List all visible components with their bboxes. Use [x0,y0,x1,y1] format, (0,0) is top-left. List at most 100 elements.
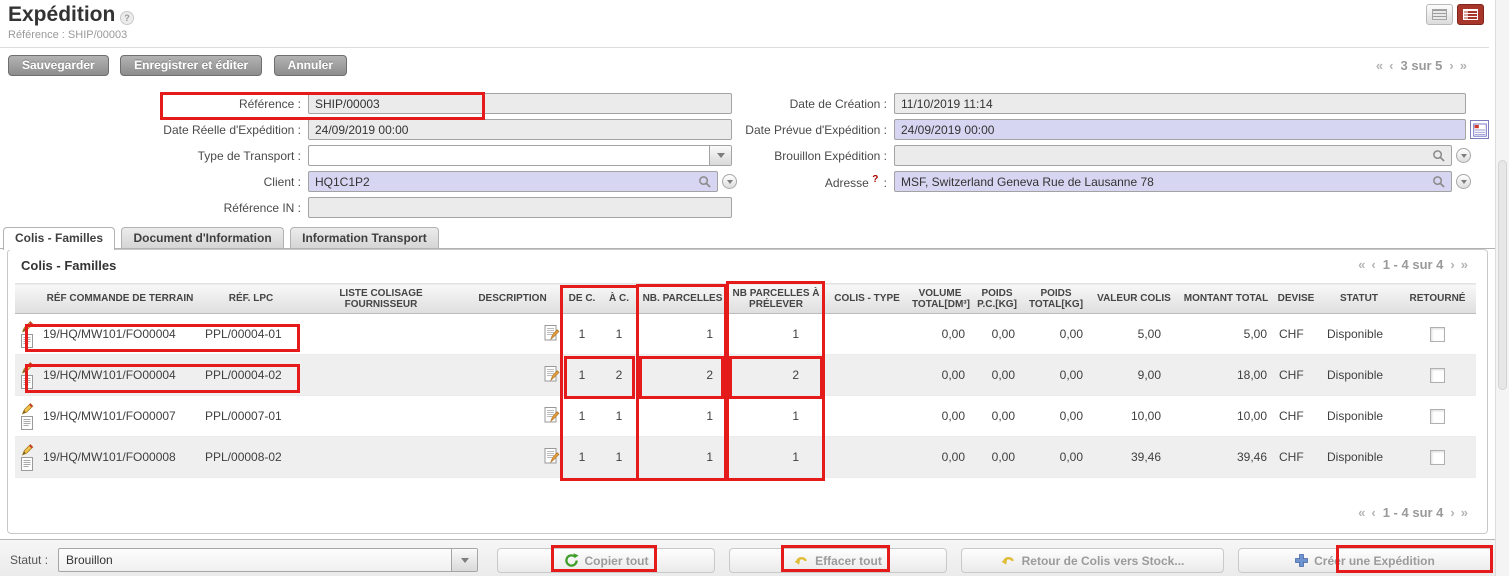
list-view-icon[interactable] [1426,4,1453,25]
date-prevue-label: Date Prévue d'Expédition : [742,123,894,137]
document-icon[interactable] [21,457,33,471]
first-page-icon[interactable]: « [1358,505,1365,520]
save-button[interactable]: Sauvegarder [8,55,109,76]
col-a_c[interactable]: À C. [600,284,638,314]
copier-tout-button[interactable]: Copier tout [497,548,715,573]
col-statut[interactable]: STATUT [1319,284,1399,314]
panel-title: Colis - Familles [21,258,116,273]
col-description[interactable]: DESCRIPTION [461,284,564,314]
next-page-icon[interactable]: › [1450,505,1454,520]
search-icon[interactable] [1432,175,1445,188]
note-edit-icon[interactable] [543,330,560,344]
cell-valeur_colis: 10,00 [1089,396,1179,437]
col-liste_colisage[interactable]: LISTE COLISAGE FOURNISSEUR [301,284,461,314]
table-row[interactable]: 19/HQ/MW101/FO00004PPL/00004-0111110,000… [15,314,1476,355]
help-icon[interactable]: ? [120,11,134,25]
brouillon-expedition-field[interactable] [894,145,1452,166]
save-and-edit-button[interactable]: Enregistrer et éditer [120,55,262,76]
next-page-icon[interactable]: › [1450,257,1454,272]
col-ref_terrain[interactable]: RÉF COMMANDE DE TERRAIN [39,284,201,314]
title-bar: Expédition ? Référence : SHIP/00003 [0,0,1489,48]
cell-retourne [1399,437,1476,478]
table-row[interactable]: 19/HQ/MW101/FO00007PPL/00007-0111110,000… [15,396,1476,437]
form-view-icon[interactable] [1457,4,1484,25]
prev-page-icon[interactable]: ‹ [1371,505,1375,520]
chevron-down-icon[interactable] [451,549,477,571]
cell-ref_terrain: 19/HQ/MW101/FO00004 [39,314,201,355]
col-montant_total[interactable]: MONTANT TOTAL [1179,284,1273,314]
document-icon[interactable] [21,334,33,348]
last-page-icon[interactable]: » [1461,505,1468,520]
col-devise[interactable]: DEVISE [1273,284,1319,314]
retourne-checkbox[interactable] [1430,409,1445,424]
page-title: Expédition [8,3,115,27]
edit-pencil-icon[interactable] [21,320,34,333]
next-record-icon[interactable]: › [1449,58,1453,73]
retourne-checkbox[interactable] [1430,327,1445,342]
col-nb_prelever[interactable]: NB PARCELLES À PRÉLEVER [727,284,825,314]
first-page-icon[interactable]: « [1358,257,1365,272]
cell-ref_terrain: 19/HQ/MW101/FO00007 [39,396,201,437]
document-icon[interactable] [21,375,33,389]
cell-montant_total: 5,00 [1179,314,1273,355]
col-volume[interactable]: VOLUME TOTAL[DM³] [909,284,971,314]
type-transport-label: Type de Transport : [0,149,308,163]
col-retourne[interactable]: RETOURNÉ [1399,284,1476,314]
adresse-label: Adresse ? : [742,174,894,190]
prev-record-icon[interactable]: ‹ [1389,58,1393,73]
statut-select[interactable]: Brouillon [58,548,478,572]
cell-ref_terrain: 19/HQ/MW101/FO00008 [39,437,201,478]
col-poids_pc[interactable]: POIDS P.C.[KG] [971,284,1023,314]
note-edit-icon[interactable] [543,453,560,467]
cell-montant_total: 39,46 [1179,437,1273,478]
retourne-checkbox[interactable] [1430,368,1445,383]
last-page-icon[interactable]: » [1461,257,1468,272]
tab-document-information[interactable]: Document d'Information [121,227,283,248]
note-edit-icon[interactable] [543,371,560,385]
chevron-down-icon[interactable] [1456,148,1471,163]
col-poids_total[interactable]: POIDS TOTAL[KG] [1023,284,1089,314]
type-transport-select[interactable] [308,145,732,166]
date-prevue-field[interactable]: 24/09/2019 00:00 [894,119,1466,140]
cell-valeur_colis: 39,46 [1089,437,1179,478]
effacer-tout-button[interactable]: Effacer tout [729,548,947,573]
col-ref_lpc[interactable]: RÉF. LPC [201,284,301,314]
vertical-scrollbar[interactable] [1495,0,1509,576]
calendar-icon[interactable] [1470,120,1489,139]
document-icon[interactable] [21,416,33,430]
edit-pencil-icon[interactable] [21,361,34,374]
cell-poids_pc: 0,00 [971,437,1023,478]
col-icons[interactable] [15,284,39,314]
last-record-icon[interactable]: » [1460,58,1467,73]
note-edit-icon[interactable] [543,412,560,426]
chevron-down-icon[interactable] [709,146,731,165]
copy-all-icon [564,553,579,568]
edit-pencil-icon[interactable] [21,443,34,456]
tab-colis-familles[interactable]: Colis - Familles [3,227,115,250]
cell-poids_pc: 0,00 [971,355,1023,396]
prev-page-icon[interactable]: ‹ [1371,257,1375,272]
first-record-icon[interactable]: « [1376,58,1383,73]
client-field[interactable]: HQ1C1P2 [308,171,718,192]
creer-expedition-button[interactable]: Créer une Expédition [1238,548,1492,573]
retour-colis-stock-button[interactable]: Retour de Colis vers Stock... [961,548,1224,573]
retourne-checkbox[interactable] [1430,450,1445,465]
table-row[interactable]: 19/HQ/MW101/FO00008PPL/00008-0211110,000… [15,437,1476,478]
col-colis_type[interactable]: COLIS - TYPE [825,284,909,314]
search-icon[interactable] [1432,149,1445,162]
chevron-down-icon[interactable] [1456,174,1471,189]
cell-montant_total: 18,00 [1179,355,1273,396]
adresse-field[interactable]: MSF, Switzerland Geneva Rue de Lausanne … [894,171,1452,192]
cell-retourne [1399,396,1476,437]
col-de_c[interactable]: DE C. [564,284,600,314]
tab-information-transport[interactable]: Information Transport [290,227,439,248]
table-row[interactable]: 19/HQ/MW101/FO00004PPL/00004-0212220,000… [15,355,1476,396]
col-nb_parcelles[interactable]: NB. PARCELLES [638,284,727,314]
cancel-button[interactable]: Annuler [274,55,347,76]
record-reference: Référence : SHIP/00003 [8,29,127,41]
chevron-down-icon[interactable] [722,174,737,189]
col-valeur_colis[interactable]: VALEUR COLIS [1089,284,1179,314]
search-icon[interactable] [698,175,711,188]
scrollbar-thumb[interactable] [1498,160,1507,390]
edit-pencil-icon[interactable] [21,402,34,415]
